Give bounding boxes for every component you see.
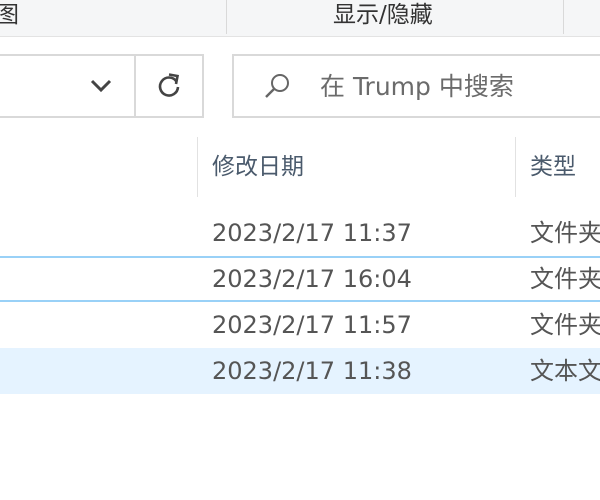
search-icon — [262, 71, 294, 103]
search-box[interactable] — [232, 54, 600, 118]
navigation-toolbar — [0, 37, 600, 121]
file-explorer-window: 图 显示/隐藏 在 Trump 中搜索 修改日期 类型 2023/2/17 11… — [0, 0, 600, 500]
modified-date-cell: 2023/2/17 16:04 — [212, 265, 412, 293]
column-header-modified-date[interactable]: 修改日期 — [212, 137, 304, 197]
ribbon-divider — [563, 0, 564, 34]
file-list: 2023/2/17 11:37 文件夹 2023/2/17 16:04 文件夹 … — [0, 210, 600, 394]
column-resize-handle[interactable] — [197, 137, 198, 197]
ribbon-group-strip: 图 显示/隐藏 — [0, 0, 600, 37]
column-header-row: 修改日期 类型 — [0, 137, 600, 197]
chevron-down-icon — [90, 79, 112, 93]
ribbon-divider — [226, 0, 227, 34]
modified-date-cell: 2023/2/17 11:38 — [212, 357, 412, 385]
ribbon-group-label-show-hide: 显示/隐藏 — [333, 2, 433, 28]
modified-date-cell: 2023/2/17 11:37 — [212, 219, 412, 247]
refresh-button[interactable] — [136, 56, 202, 116]
refresh-icon — [158, 73, 180, 97]
modified-date-cell: 2023/2/17 11:57 — [212, 311, 412, 339]
file-row[interactable]: 2023/2/17 11:37 文件夹 — [0, 210, 600, 256]
type-cell: 文件夹 — [530, 311, 600, 339]
search-input[interactable] — [320, 56, 600, 116]
file-row[interactable]: 2023/2/17 11:57 文件夹 — [0, 302, 600, 348]
type-cell: 文本文档 — [530, 357, 600, 385]
type-cell: 文件夹 — [530, 265, 600, 293]
ribbon-group-label-layout: 图 — [0, 2, 19, 28]
address-bar[interactable] — [0, 54, 204, 118]
file-row[interactable]: 2023/2/17 11:38 文本文档 — [0, 348, 600, 394]
address-history-dropdown-button[interactable] — [68, 56, 134, 116]
file-row[interactable]: 2023/2/17 16:04 文件夹 — [0, 256, 600, 302]
column-resize-handle[interactable] — [515, 137, 516, 197]
column-header-type[interactable]: 类型 — [530, 137, 576, 197]
type-cell: 文件夹 — [530, 219, 600, 247]
